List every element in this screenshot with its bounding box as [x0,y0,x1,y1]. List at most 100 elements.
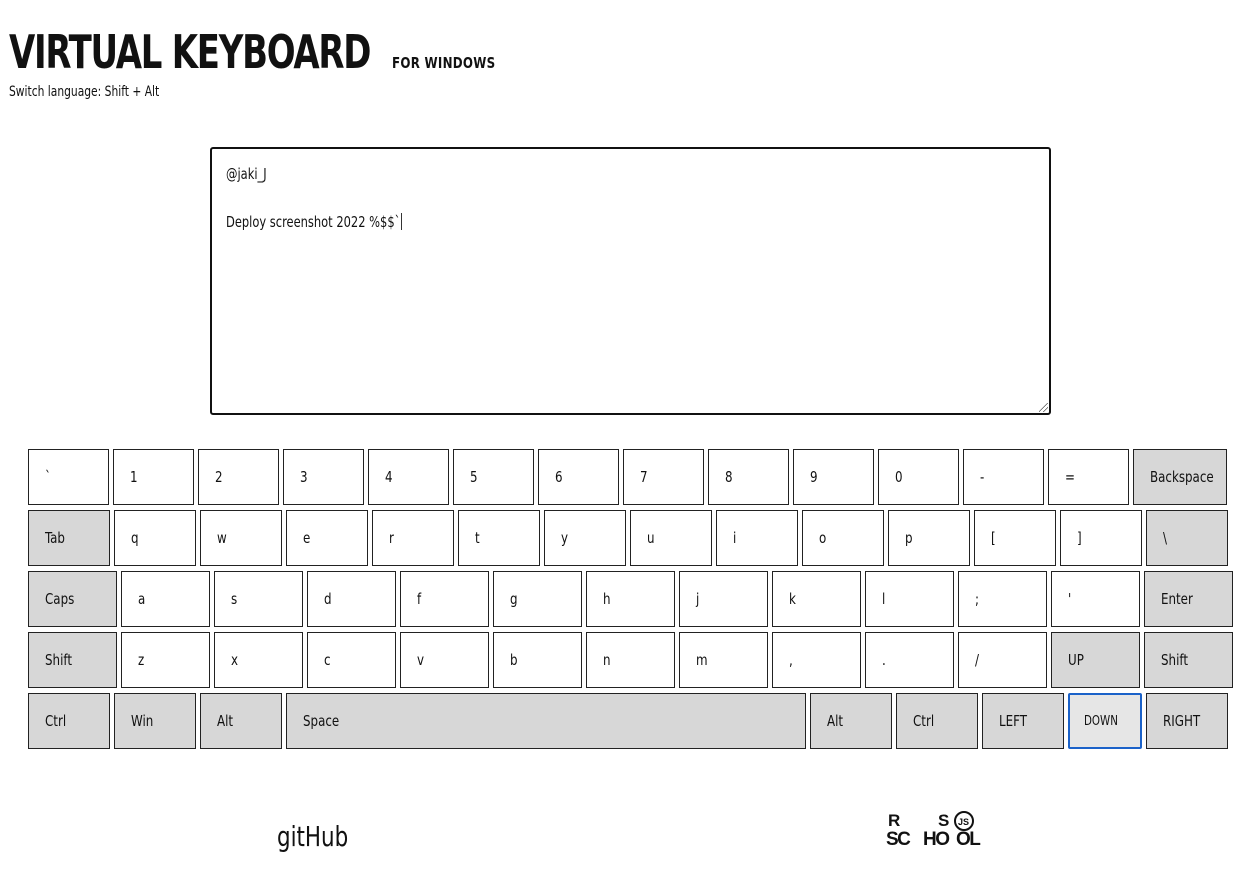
rs-school-logo[interactable]: R S SC HO OL JS [886,810,990,850]
key-label: 3 [300,468,308,486]
key-8[interactable]: 8 [708,449,789,505]
key-1[interactable]: 1 [113,449,194,505]
key-label: Ctrl [913,712,935,730]
key-label: f [417,590,422,608]
key-z[interactable]: z [121,632,210,688]
key-a[interactable]: a [121,571,210,627]
text-caret [401,213,403,230]
key-3[interactable]: 3 [283,449,364,505]
title-subtitle: FOR WINDOWS [391,54,495,72]
key-d[interactable]: d [307,571,396,627]
key-label: w [217,529,227,547]
key-5[interactable]: 5 [453,449,534,505]
key-7[interactable]: 7 [623,449,704,505]
key-h[interactable]: h [586,571,675,627]
key-j[interactable]: j [679,571,768,627]
text-line-current: Deploy screenshot 2022 %$$` [226,213,914,237]
key-v[interactable]: v [400,632,489,688]
keyboard-row: ` 1 2 3 4 5 6 7 8 9 0 - = Backspace [28,449,1236,505]
key-u[interactable]: u [630,510,712,566]
key-label: Backspace [1150,468,1214,486]
key-label: m [696,651,708,669]
key-shift[interactable]: Shift [28,632,117,688]
key-alt[interactable]: Alt [810,693,892,749]
key-label: e [303,529,311,547]
key-label: 7 [640,468,648,486]
key-period[interactable]: . [865,632,954,688]
key-label: Win [131,712,154,730]
key-2[interactable]: 2 [198,449,279,505]
key-label: s [231,590,238,608]
key-bracket-left[interactable]: [ [974,510,1056,566]
key-label: 5 [470,468,478,486]
key-left[interactable]: LEFT [982,693,1064,749]
key-label: = [1065,468,1075,486]
virtual-keyboard: ` 1 2 3 4 5 6 7 8 9 0 - = Backspace Tab q w e r t y u i o p [] \ Ca… [28,449,1236,754]
key-o[interactable]: o [802,510,884,566]
key-t[interactable]: t [458,510,540,566]
key-up[interactable]: UP [1051,632,1140,688]
key-bracket-right[interactable]: ] [1060,510,1142,566]
key-b[interactable]: b [493,632,582,688]
keyboard-row: Ctrl Win Alt Space Alt Ctrl LEFT DOWN RIGHT [28,693,1236,749]
key-0[interactable]: 0 [878,449,959,505]
github-link[interactable]: gitHub [277,820,348,853]
key-c[interactable]: c [307,632,396,688]
key-space[interactable]: Space [286,693,806,749]
key-label: ; [975,590,980,608]
key-ctrl[interactable]: Ctrl [28,693,110,749]
key-label: Tab [45,529,65,547]
key-g[interactable]: g [493,571,582,627]
key-tab[interactable]: Tab [28,510,110,566]
key-backspace[interactable]: Backspace [1133,449,1227,505]
key-y[interactable]: y [544,510,626,566]
logo-text-s: S [938,811,949,830]
key-w[interactable]: w [200,510,282,566]
key-semicolon[interactable]: ; [958,571,1047,627]
key-comma[interactable]: , [772,632,861,688]
key-ctrl[interactable]: Ctrl [896,693,978,749]
key-shift[interactable]: Shift [1144,632,1233,688]
key-label: a [138,590,146,608]
key-slash[interactable]: / [958,632,1047,688]
key-win[interactable]: Win [114,693,196,749]
key-quote[interactable]: ' [1051,571,1140,627]
key-down[interactable]: DOWN [1068,693,1142,749]
key-9[interactable]: 9 [793,449,874,505]
key-s[interactable]: s [214,571,303,627]
resize-handle[interactable] [1039,403,1048,412]
key-6[interactable]: 6 [538,449,619,505]
key-r[interactable]: r [372,510,454,566]
key-minus[interactable]: - [963,449,1044,505]
key-label: x [231,651,239,669]
key-caps[interactable]: Caps [28,571,117,627]
key-f[interactable]: f [400,571,489,627]
key-n[interactable]: n [586,632,675,688]
key-i[interactable]: i [716,510,798,566]
key-label: u [647,529,655,547]
key-enter[interactable]: Enter [1144,571,1233,627]
key-x[interactable]: x [214,632,303,688]
text-output-area[interactable]: @jaki_J Deploy screenshot 2022 %$$` [210,147,1051,415]
key-m[interactable]: m [679,632,768,688]
key-backslash[interactable]: \ [1146,510,1228,566]
key-right[interactable]: RIGHT [1146,693,1228,749]
key-backtick[interactable]: ` [28,449,109,505]
key-label: y [561,529,569,547]
key-k[interactable]: k [772,571,861,627]
page-title: VIRTUAL KEYBOARD FOR WINDOWS [9,26,509,78]
key-label: z [138,651,145,669]
key-label: Space [303,712,340,730]
logo-text-js: JS [958,817,969,827]
key-e[interactable]: e [286,510,368,566]
key-l[interactable]: l [865,571,954,627]
key-p[interactable]: p [888,510,970,566]
key-equals[interactable]: = [1048,449,1129,505]
key-label: Shift [1161,651,1188,669]
key-alt[interactable]: Alt [200,693,282,749]
keyboard-row: Shift z x c v b n m,. / UP Shift [28,632,1236,688]
text-line-content: Deploy screenshot 2022 %$$` [226,213,401,231]
key-label: l [882,590,886,608]
key-q[interactable]: q [114,510,196,566]
key-4[interactable]: 4 [368,449,449,505]
